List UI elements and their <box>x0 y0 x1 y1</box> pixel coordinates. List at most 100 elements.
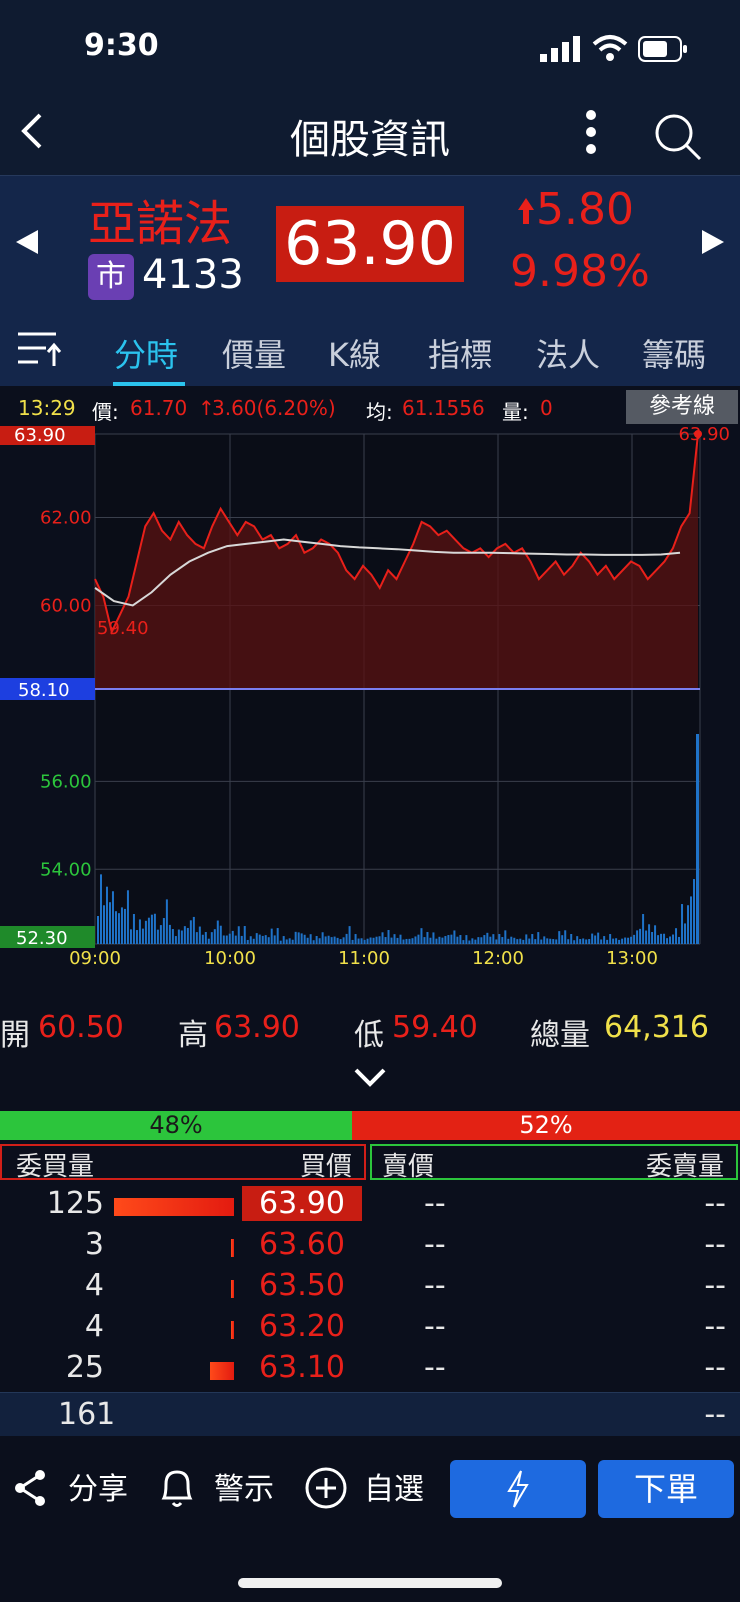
volume-bar <box>111 891 114 944</box>
buy-vol-header: 委買量 <box>16 1152 95 1182</box>
buy-price[interactable]: 63.60 <box>242 1227 362 1262</box>
sell-price[interactable]: -- <box>424 1186 446 1221</box>
buy-price[interactable]: 63.20 <box>242 1309 362 1344</box>
y-tick-label: 58.10 <box>18 680 70 701</box>
volume-bar <box>627 937 630 944</box>
volume-bar <box>168 924 171 944</box>
buy-price[interactable]: 63.50 <box>242 1268 362 1303</box>
sell-price[interactable]: -- <box>424 1227 446 1262</box>
more-icon[interactable] <box>574 107 608 157</box>
volume-bar <box>675 928 678 944</box>
add-circle-icon[interactable] <box>304 1466 348 1510</box>
volume-bar <box>501 937 504 944</box>
tab-indicators[interactable]: 指標 <box>428 330 492 376</box>
sell-volume: -- <box>704 1227 726 1262</box>
buy-price[interactable]: 63.90 <box>242 1186 362 1221</box>
alert-button[interactable]: 警示 <box>214 1464 274 1508</box>
y-tick-label: 52.30 <box>16 928 68 949</box>
volume-bar <box>297 932 300 944</box>
volume-bar <box>303 934 306 944</box>
next-stock-icon[interactable] <box>700 228 726 256</box>
volume-bar <box>606 939 609 944</box>
x-tick-label: 09:00 <box>69 948 121 969</box>
volume-bar <box>654 925 657 944</box>
volume-bar <box>453 930 456 944</box>
bell-icon[interactable] <box>158 1466 196 1510</box>
tab-institutional[interactable]: 法人 <box>536 330 600 376</box>
volume-bar <box>381 932 384 944</box>
share-icon[interactable] <box>12 1468 48 1508</box>
tab-kline[interactable]: K線 <box>328 330 381 376</box>
sell-price[interactable]: -- <box>424 1268 446 1303</box>
volume-bar <box>516 939 519 944</box>
volume-bar <box>510 936 513 944</box>
low-annotation: 59.40 <box>97 618 149 639</box>
reference-line-button[interactable]: 參考線 <box>626 390 738 424</box>
prev-stock-icon[interactable] <box>14 228 40 256</box>
volume-bar <box>597 932 600 944</box>
volume-bar <box>114 911 117 944</box>
volume-bar <box>573 940 576 944</box>
volume-bar <box>315 936 318 944</box>
high-value: 63.90 <box>214 1010 300 1045</box>
tab-price-volume[interactable]: 價量 <box>222 330 286 376</box>
volume-bar <box>198 926 201 944</box>
volume-bar <box>585 939 588 944</box>
volume-bar <box>561 935 564 944</box>
price-change-pct: 9.98% <box>510 246 650 297</box>
volume-bar <box>474 939 477 944</box>
volume-bar <box>129 929 132 944</box>
sort-icon[interactable] <box>16 328 62 368</box>
volume-bar <box>507 938 510 944</box>
volume-bar <box>162 918 165 944</box>
volume-bar <box>633 934 636 944</box>
volume-bar <box>687 905 690 944</box>
sell-vol-header: 委賣量 <box>645 1152 724 1182</box>
volume-bar <box>177 929 180 944</box>
volume-bar <box>537 932 540 944</box>
volume-bar <box>696 734 699 944</box>
volume-bar <box>417 934 420 944</box>
volume-bar <box>342 937 345 944</box>
volume-bar <box>411 938 414 944</box>
sell-price[interactable]: -- <box>424 1309 446 1344</box>
volume-value: 64,316 <box>604 1010 709 1045</box>
volume-bar <box>444 936 447 944</box>
volume-bar <box>366 938 369 944</box>
volume-bar <box>135 930 138 944</box>
low-label: 低 <box>354 1018 384 1053</box>
volume-bar <box>405 938 408 944</box>
volume-bar <box>555 939 558 944</box>
watchlist-button[interactable]: 自選 <box>364 1464 424 1508</box>
share-button[interactable]: 分享 <box>68 1464 128 1508</box>
tab-intraday[interactable]: 分時 <box>114 330 178 376</box>
active-tab-indicator <box>113 382 185 386</box>
tab-chips[interactable]: 籌碼 <box>642 330 706 376</box>
volume-bar <box>219 925 222 944</box>
tick-time: 13:29 <box>18 396 76 420</box>
buy-price[interactable]: 63.10 <box>242 1350 362 1385</box>
x-tick-label: 12:00 <box>472 948 524 969</box>
volume-bar <box>306 937 309 944</box>
place-order-button[interactable]: 下單 <box>598 1460 734 1518</box>
search-icon[interactable] <box>652 111 704 163</box>
order-totals: 161 -- <box>0 1392 740 1437</box>
volume-bar <box>477 937 480 944</box>
buy-volume-bar <box>231 1239 234 1257</box>
volume-bar <box>258 934 261 944</box>
volume-bar <box>459 935 462 944</box>
volume-bar <box>300 933 303 944</box>
volume-bar <box>183 926 186 944</box>
intraday-chart: 63.90 62.00 60.00 58.10 56.00 54.00 52.3009:00… <box>0 426 730 969</box>
chevron-down-icon[interactable] <box>352 1066 388 1088</box>
volume-bar <box>693 879 696 944</box>
volume-bar <box>465 935 468 944</box>
volume-bar <box>624 937 627 944</box>
volume-bar <box>495 939 498 944</box>
volume-bar <box>387 930 390 944</box>
volume-bar <box>483 935 486 944</box>
volume-bar <box>420 928 423 944</box>
quick-order-button[interactable] <box>450 1460 586 1518</box>
volume-bar <box>204 932 207 944</box>
sell-price[interactable]: -- <box>424 1350 446 1385</box>
